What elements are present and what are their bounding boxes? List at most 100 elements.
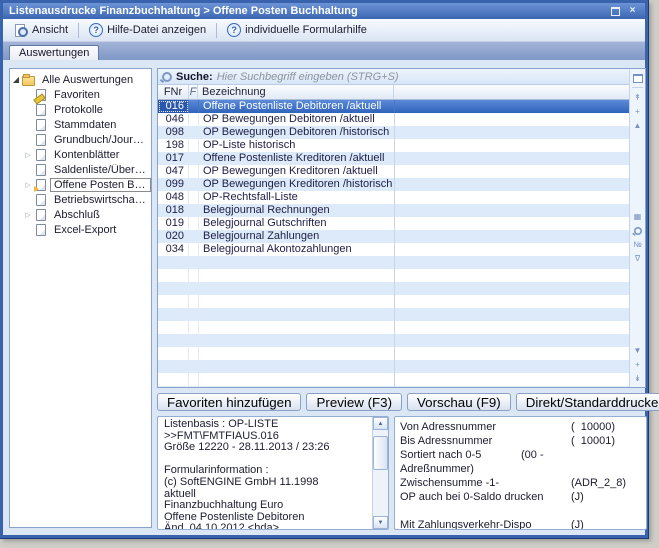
cell-bezeichnung — [199, 256, 395, 269]
search-input[interactable] — [217, 70, 625, 83]
tree-item-offene-posten-buchhaltung[interactable]: ▷ Offene Posten Buchhaltung — [10, 177, 151, 192]
scroll-bottom-icon[interactable]: ↡ — [631, 372, 644, 384]
col-header-fnr[interactable]: FNr — [158, 85, 189, 99]
columns-icon[interactable]: ▦ — [631, 211, 644, 223]
table-row[interactable]: 034Belegjournal Akontozahlungen — [158, 243, 629, 256]
scroll-up-icon[interactable]: ▲ — [631, 119, 644, 131]
table-row[interactable]: 018Belegjournal Rechnungen — [158, 204, 629, 217]
cell-bezeichnung: Belegjournal Gutschriften — [199, 217, 395, 230]
tree-item-label: Saldenliste/Übersicht — [50, 163, 151, 177]
center-row-icon[interactable]: + — [631, 105, 644, 117]
cell-rest — [395, 360, 629, 373]
scroll-down-icon[interactable]: ▼ — [631, 344, 644, 356]
table-body: 016Offene Postenliste Debitoren /aktuell… — [158, 100, 629, 387]
tree-collapsed-icon[interactable]: ▷ — [22, 181, 34, 189]
table-row[interactable]: 019Belegjournal Gutschriften — [158, 217, 629, 230]
cell-f — [189, 152, 199, 165]
tree-root-label: Alle Auswertungen — [38, 73, 137, 87]
col-header-f[interactable]: F — [189, 85, 198, 99]
table-row[interactable]: 020Belegjournal Zahlungen — [158, 230, 629, 243]
cell-fnr: 099 — [158, 178, 189, 191]
col-header-bezeichnung[interactable]: Bezeichnung — [198, 85, 394, 99]
search-icon — [162, 72, 172, 82]
cell-f — [189, 347, 199, 360]
toolbar-item-3[interactable]: ?individuelle Formularhilfe — [220, 21, 374, 39]
cell-rest — [395, 295, 629, 308]
tree-item-label: Betriebswirtschaftliche Auswertungen — [50, 193, 151, 207]
table-row[interactable]: 048OP-Rechtsfall-Liste — [158, 191, 629, 204]
table-row[interactable]: 017Offene Postenliste Kreditoren /aktuel… — [158, 152, 629, 165]
filter-icon[interactable]: ∇ — [631, 253, 644, 265]
scroll-thumb[interactable] — [373, 436, 388, 470]
button-1[interactable]: Favoriten hinzufügen — [157, 393, 301, 411]
tree-item-kontenbl-tter[interactable]: ▷Kontenblätter — [10, 147, 151, 162]
tree-expanded-icon[interactable]: ◢ — [10, 75, 22, 84]
cell-bezeichnung — [199, 360, 395, 373]
document-icon — [34, 194, 47, 206]
close-icon[interactable]: × — [626, 5, 639, 17]
toolbar-item-1[interactable]: Ansicht — [7, 22, 75, 39]
tree-collapsed-icon[interactable]: ▷ — [22, 211, 34, 219]
tree-item-abschlu-[interactable]: ▷Abschluß — [10, 207, 151, 222]
info-scrollbar[interactable]: ▲ ▼ — [372, 417, 388, 529]
table-empty-row — [158, 321, 629, 334]
cell-f — [189, 100, 199, 113]
toolbar-item-label: Hilfe-Datei anzeigen — [107, 24, 206, 36]
cell-fnr — [158, 334, 189, 347]
table-empty-row — [158, 256, 629, 269]
cell-fnr — [158, 321, 189, 334]
center-row2-icon[interactable]: + — [631, 358, 644, 370]
content: ◢ Alle AuswertungenFavoritenProtokolleSta… — [3, 60, 645, 535]
button-2[interactable]: Preview (F3) — [306, 393, 402, 411]
strip-divider — [632, 87, 643, 88]
tree-item-protokolle[interactable]: Protokolle — [10, 102, 151, 117]
toolbar-item-label: Ansicht — [32, 24, 68, 36]
scroll-up-icon[interactable]: ▲ — [373, 417, 388, 430]
table-empty-row — [158, 386, 629, 387]
cell-f — [189, 191, 199, 204]
tree-item-label: Favoriten — [50, 88, 104, 102]
table-row[interactable]: 098OP Bewegungen Debitoren /historisch — [158, 126, 629, 139]
tree-item-betriebswirtschaftliche-auswertungen[interactable]: Betriebswirtschaftliche Auswertungen — [10, 192, 151, 207]
table-row[interactable]: 099OP Bewegungen Kreditoren /historisch — [158, 178, 629, 191]
cell-fnr: 034 — [158, 243, 189, 256]
cell-fnr: 198 — [158, 139, 189, 152]
table-row[interactable]: 016Offene Postenliste Debitoren /aktuell — [158, 100, 629, 113]
document-icon — [34, 224, 47, 236]
app-window: Listenausdrucke Finanzbuchhaltung > Offe… — [0, 0, 648, 538]
button-4[interactable]: Direkt/Standarddrucker (F4) — [516, 393, 659, 411]
button-3[interactable]: Vorschau (F9) — [407, 393, 511, 411]
cell-rest — [395, 152, 629, 165]
scroll-top-icon[interactable]: ↟ — [631, 91, 644, 103]
search-icon[interactable] — [631, 225, 644, 237]
tree-item-stammdaten[interactable]: Stammdaten — [10, 117, 151, 132]
table-row[interactable]: 046OP Bewegungen Debitoren /aktuell — [158, 113, 629, 126]
cell-f — [189, 360, 199, 373]
cell-f — [189, 126, 199, 139]
tree-item-excel-export[interactable]: Excel-Export — [10, 222, 151, 237]
table-row[interactable]: 047OP Bewegungen Kreditoren /aktuell — [158, 165, 629, 178]
toolbar-separator — [216, 23, 217, 38]
cell-bezeichnung — [199, 386, 395, 387]
form-info-text: Listenbasis : OP-LISTE>>FMT\FMTFIAUS.016… — [158, 417, 372, 529]
cell-bezeichnung: OP Bewegungen Debitoren /aktuell — [199, 113, 395, 126]
tree-item-saldenliste-bersicht[interactable]: Saldenliste/Übersicht — [10, 162, 151, 177]
cell-fnr: 098 — [158, 126, 189, 139]
toolbar-item-2[interactable]: ?Hilfe-Datei anzeigen — [82, 21, 213, 39]
restore-icon[interactable] — [609, 5, 622, 17]
tab-auswertungen[interactable]: Auswertungen — [9, 45, 99, 61]
panels-icon[interactable] — [631, 72, 644, 84]
scroll-down-icon[interactable]: ▼ — [373, 516, 388, 529]
numbering-icon[interactable]: № — [631, 239, 644, 251]
scroll-track[interactable] — [373, 430, 388, 516]
tree-item-label: Offene Posten Buchhaltung — [50, 178, 151, 192]
tree-root[interactable]: ◢ Alle Auswertungen — [10, 72, 151, 87]
tree-collapsed-icon[interactable]: ▷ — [22, 151, 34, 159]
table-row[interactable]: 198OP-Liste historisch — [158, 139, 629, 152]
cell-fnr — [158, 360, 189, 373]
table-empty-row — [158, 334, 629, 347]
tree-item-favoriten[interactable]: Favoriten — [10, 87, 151, 102]
tree-item-grundbuch-journale[interactable]: Grundbuch/Journale — [10, 132, 151, 147]
report-table: Suche: FNr F Bezeichnung 016Offene Poste… — [157, 68, 646, 388]
cell-rest — [395, 308, 629, 321]
